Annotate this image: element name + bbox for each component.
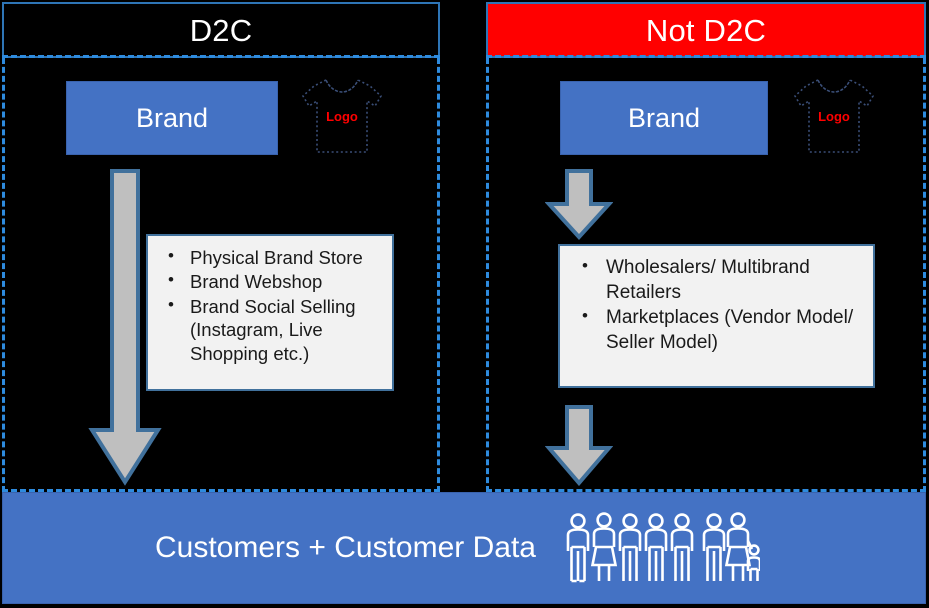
- shirt-logo-text: Logo: [326, 109, 358, 124]
- brand-box-d2c: Brand: [66, 81, 278, 155]
- list-item: Physical Brand Store: [156, 245, 384, 269]
- column-title-not-d2c-label: Not D2C: [645, 12, 767, 48]
- list-item: Brand Webshop: [156, 269, 384, 293]
- column-title-d2c: D2C: [2, 2, 440, 58]
- customers-bar-label: Customers + Customer Data: [155, 531, 536, 564]
- branded-shirt-icon: Logo: [788, 72, 880, 160]
- branded-shirt-icon: Logo: [296, 72, 388, 160]
- list-item: Marketplaces (Vendor Model/ Seller Model…: [568, 305, 865, 355]
- shirt-logo-text: Logo: [818, 109, 850, 124]
- column-title-d2c-label: D2C: [189, 12, 253, 48]
- people-group-icon: [564, 511, 760, 585]
- brand-box-d2c-label: Brand: [135, 102, 209, 133]
- brand-box-not-d2c-label: Brand: [627, 102, 701, 133]
- list-item: Wholesalers/ Multibrand Retailers: [568, 255, 865, 305]
- customers-bar: Customers + Customer Data: [2, 492, 926, 604]
- channel-list-not-d2c: Wholesalers/ Multibrand Retailers Market…: [558, 244, 875, 388]
- down-arrow-icon: [545, 168, 613, 240]
- down-arrow-icon: [545, 404, 613, 486]
- list-item: Brand Social Selling (Instagram, Live Sh…: [156, 294, 384, 365]
- diagram-canvas: D2C Not D2C Brand Logo Brand Logo • Phys…: [0, 0, 929, 608]
- channel-list-d2c: Physical Brand Store Brand Webshop Brand…: [146, 234, 394, 391]
- channel-list-d2c-items: Physical Brand Store Brand Webshop Brand…: [156, 245, 384, 365]
- column-title-not-d2c: Not D2C: [486, 2, 926, 58]
- brand-box-not-d2c: Brand: [560, 81, 768, 155]
- channel-list-not-d2c-items: Wholesalers/ Multibrand Retailers Market…: [568, 255, 865, 356]
